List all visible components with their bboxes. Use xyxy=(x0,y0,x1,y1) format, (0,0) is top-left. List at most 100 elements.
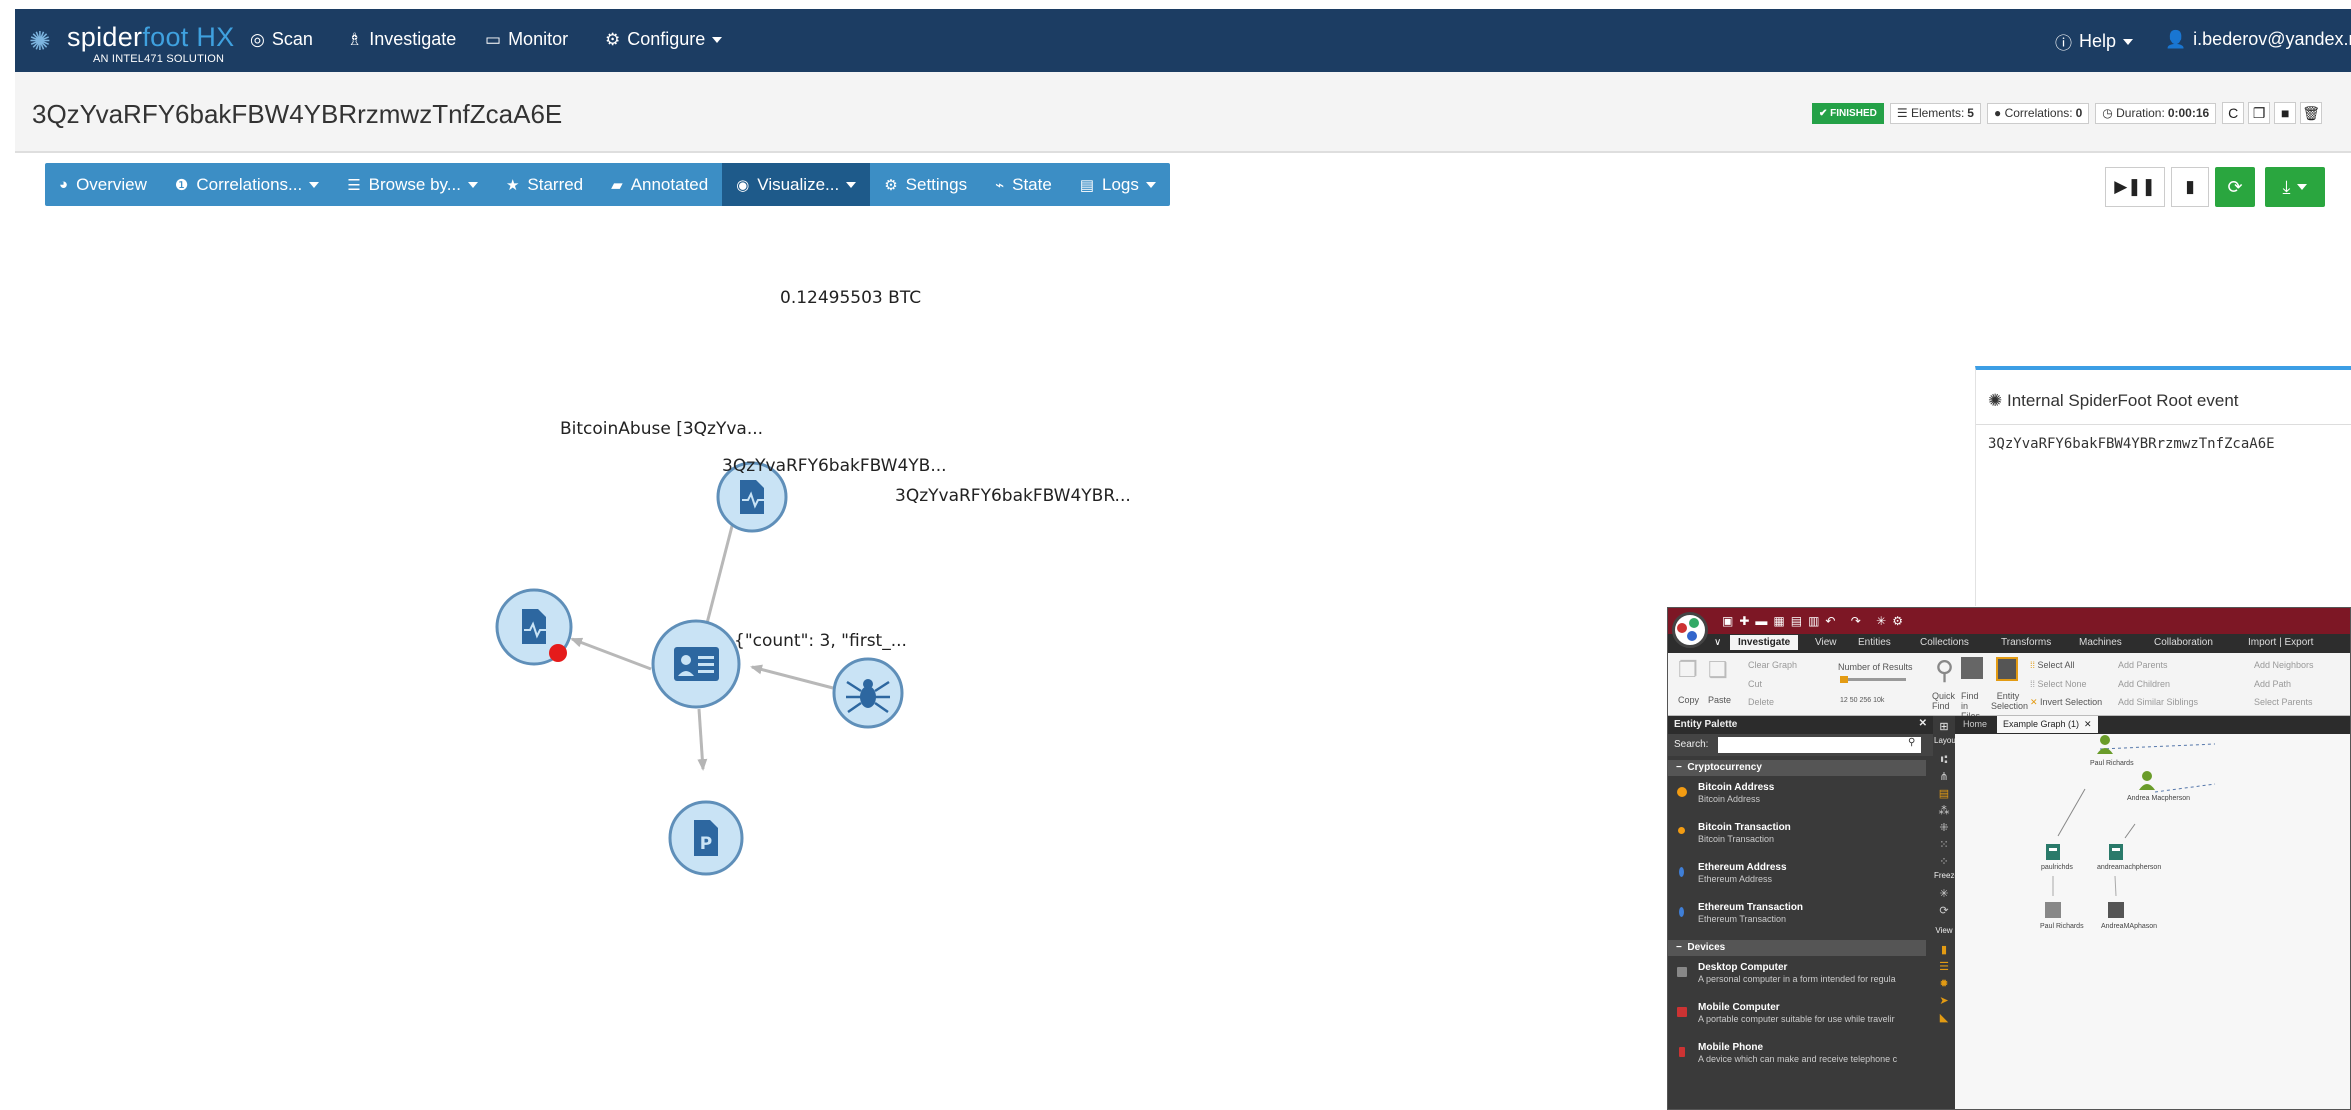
close-icon[interactable]: ✕ xyxy=(1919,718,1927,729)
alias-node[interactable] xyxy=(2109,844,2123,860)
chevron-down-icon xyxy=(2297,184,2308,190)
tab-correlations[interactable]: ❶ Correlations... xyxy=(161,163,333,206)
tab-browse[interactable]: ☰ Browse by... xyxy=(333,163,492,206)
select-none-button[interactable]: ⁞⁞ Select None xyxy=(2030,679,2087,689)
palette-item[interactable]: Ethereum Transaction Ethereum Transaction xyxy=(1668,898,1926,938)
event-detail-panel: ✺ Internal SpiderFoot Root event 3QzYvaR… xyxy=(1975,366,2351,606)
refresh-button[interactable]: ⟳ xyxy=(2215,167,2255,207)
palette-item[interactable]: Bitcoin Address Bitcoin Address xyxy=(1668,778,1926,818)
palette-category[interactable]: − Devices xyxy=(1668,940,1926,956)
add-path-button[interactable]: Add Path xyxy=(2254,679,2291,689)
select-all-button[interactable]: ⁞⁞ Select All xyxy=(2030,660,2075,670)
add-children-button[interactable]: Add Children xyxy=(2118,679,2170,689)
entity-palette: Entity Palette ✕ Search: ⚲ − Cryptocurrenc… xyxy=(1668,716,1933,1109)
clock-icon: ◷ xyxy=(2102,106,2117,120)
maltego-graph[interactable]: Paul Richards Andrea Macpherson paulrich… xyxy=(1955,734,2350,1109)
layout-icons[interactable]: ⑆ ⋔ ▤ ⁂ ⁜ ⁙ ⁘ xyxy=(1934,752,1954,871)
tab-machines[interactable]: Machines xyxy=(2079,637,2122,648)
num-results-slider[interactable] xyxy=(1840,676,1906,683)
close-icon[interactable]: ✕ xyxy=(2084,719,2092,729)
scan-header: 3QzYvaRFY6bakFBW4YBRrzmwzTnfZcaA6E ✔ FIN… xyxy=(15,72,2351,153)
info-button[interactable]: ▮ xyxy=(2171,167,2209,207)
quick-find-button[interactable]: Quick Find xyxy=(1932,691,1958,711)
trash-icon[interactable]: 🗑 xyxy=(2300,102,2323,124)
tab-state[interactable]: ⌁ State xyxy=(981,163,1066,206)
palette-item[interactable]: Mobile Computer A portable computer suita… xyxy=(1668,998,1926,1038)
maltego-graph-svg xyxy=(2045,735,2216,918)
tab-collaboration[interactable]: Collaboration xyxy=(2154,637,2213,648)
tab-overview[interactable]: ◕ Overview xyxy=(45,163,161,206)
log-icon: ▤ xyxy=(1079,176,1095,194)
nav-help[interactable]: ⓘ Help xyxy=(2055,29,2134,54)
download-button[interactable]: ⤓ xyxy=(2265,167,2325,207)
delete-button[interactable]: Delete xyxy=(1748,697,1774,707)
node-label: 3QzYvaRFY6bakFBW4YBR... xyxy=(895,486,1131,506)
palette-item[interactable]: Ethereum Address Ethereum Address xyxy=(1668,858,1926,898)
maltego-logo-icon[interactable] xyxy=(1672,612,1708,648)
tab-investigate[interactable]: Investigate xyxy=(1730,635,1799,650)
refresh-icon[interactable]: C xyxy=(2222,102,2245,124)
select-none-icon: ⁞⁞ xyxy=(2030,679,2038,689)
chevron-down-icon xyxy=(309,181,320,188)
grid-icon[interactable]: ⊞ xyxy=(1934,720,1954,733)
person-node[interactable] xyxy=(2139,771,2155,790)
person-node[interactable] xyxy=(2097,735,2113,754)
tab-view[interactable]: View xyxy=(1815,637,1837,648)
palette-item[interactable]: Bitcoin Transaction Bitcoin Transaction xyxy=(1668,818,1926,858)
quick-toolbar-icons[interactable]: ▣✚▬▦▤▥↶ ↷ ✳⚙ xyxy=(1722,614,1909,628)
cut-button[interactable]: Cut xyxy=(1748,679,1762,689)
tab-annotated[interactable]: ▰ Annotated xyxy=(597,163,722,206)
add-parents-button[interactable]: Add Parents xyxy=(2118,660,2168,670)
pause-resume-button[interactable]: ▶❚❚ xyxy=(2105,167,2165,207)
svg-text:P: P xyxy=(700,834,712,854)
tab-transforms[interactable]: Transforms xyxy=(2001,637,2051,648)
tab-visualize[interactable]: ◉ Visualize... xyxy=(722,163,871,206)
graph-edge xyxy=(2057,788,2086,837)
nav-monitor[interactable]: ▭ Monitor xyxy=(485,29,568,50)
graph-node-json[interactable]: P xyxy=(668,800,744,876)
chevron-down-icon[interactable]: ∨ xyxy=(1714,637,1721,648)
palette-category[interactable]: − Cryptocurrency xyxy=(1668,760,1926,776)
copy-button[interactable]: Copy xyxy=(1678,695,1699,705)
tab-starred[interactable]: ★ Starred xyxy=(492,163,597,206)
tab-import-export[interactable]: Import | Export xyxy=(2248,637,2313,648)
clone-icon[interactable]: ❐ xyxy=(2248,102,2271,124)
investigate-icon: ♗ xyxy=(347,29,363,49)
refresh-icon: ⟳ xyxy=(2227,176,2243,197)
tab-collections[interactable]: Collections xyxy=(1920,637,1969,648)
select-all-icon: ⁞⁞ xyxy=(2030,660,2038,670)
palette-item[interactable]: Desktop Computer A personal computer in a… xyxy=(1668,958,1926,998)
palette-item[interactable]: Mobile Phone A device which can make and … xyxy=(1668,1038,1926,1078)
alias-node[interactable] xyxy=(2046,844,2060,860)
tab-entities[interactable]: Entities xyxy=(1858,637,1891,648)
freeze-icons[interactable]: ✳ ⟳ xyxy=(1934,886,1954,920)
graph-canvas[interactable]: P 0.12495503 BTC BitcoinAbuse [3QzYva...… xyxy=(15,209,1665,1109)
graph-node-address[interactable] xyxy=(651,619,741,709)
clear-graph-button[interactable]: Clear Graph xyxy=(1748,660,1797,670)
graph-edge xyxy=(2124,823,2136,839)
palette-search-input[interactable] xyxy=(1718,737,1921,753)
node-label: {"count": 3, "first_... xyxy=(734,631,907,651)
graph-node-root[interactable] xyxy=(832,657,904,729)
graph-node-bitcoinabuse[interactable] xyxy=(495,588,573,666)
nav-configure[interactable]: ⚙ Configure xyxy=(605,29,723,50)
tab-home[interactable]: Home xyxy=(1963,719,1987,729)
nav-user[interactable]: 👤 i.bederov@yandex.ru xyxy=(2165,29,2351,50)
num-results-label: Number of Results xyxy=(1838,662,1913,672)
add-similar-button[interactable]: Add Similar Siblings xyxy=(2118,697,2198,707)
tab-logs[interactable]: ▤ Logs xyxy=(1066,163,1170,206)
photo-node[interactable] xyxy=(2108,902,2124,918)
add-neighbors-button[interactable]: Add Neighbors xyxy=(2254,660,2314,670)
nav-scan[interactable]: ◎ Scan xyxy=(250,29,313,50)
invert-selection-button[interactable]: ✕ Invert Selection xyxy=(2030,697,2102,708)
paste-button[interactable]: Paste xyxy=(1708,695,1731,705)
entity-selection-button[interactable]: Entity Selection xyxy=(1991,691,2028,711)
photo-node[interactable] xyxy=(2045,902,2061,918)
stop-icon[interactable]: ■ xyxy=(2274,102,2297,124)
tab-example-graph[interactable]: Example Graph (1) ✕ xyxy=(1997,716,2098,733)
nav-investigate[interactable]: ♗ Investigate xyxy=(347,29,456,50)
tab-settings[interactable]: ⚙ Settings xyxy=(870,163,981,206)
info-icon: ▮ xyxy=(2185,177,2195,196)
view-icons[interactable]: ▮ ☰ ✹ ➤ ◣ xyxy=(1934,942,1954,1027)
select-parents-button[interactable]: Select Parents xyxy=(2254,697,2313,707)
